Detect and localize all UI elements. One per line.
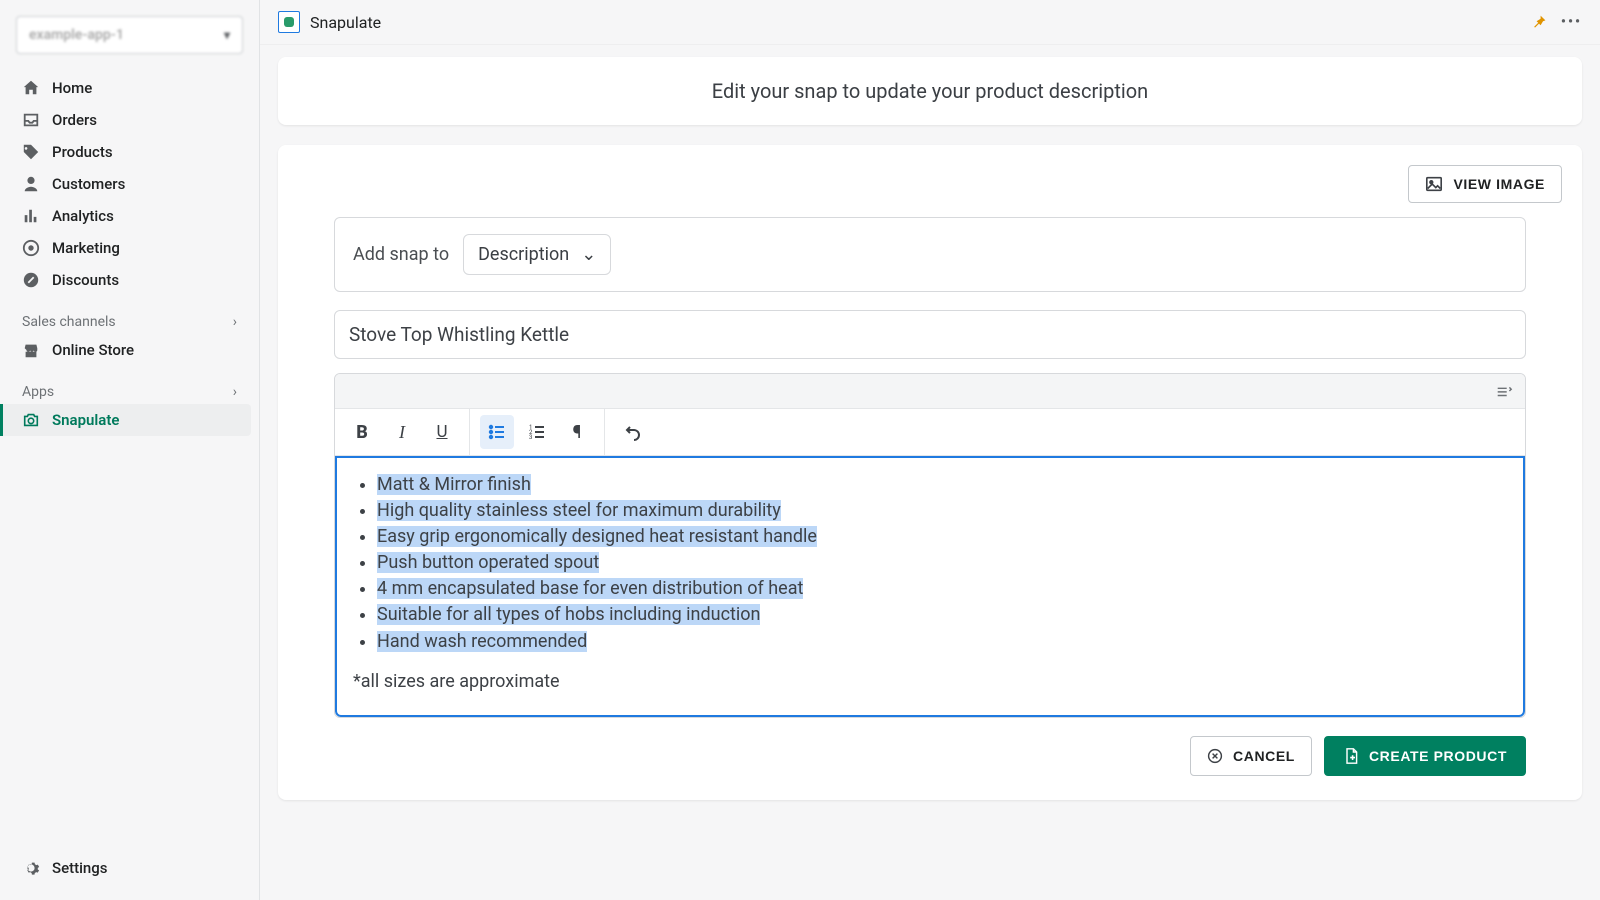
nav-settings[interactable]: Settings <box>8 852 251 884</box>
nav-label: Customers <box>52 175 125 193</box>
apps-header[interactable]: Apps › <box>8 366 251 404</box>
nav-products[interactable]: Products <box>8 136 251 168</box>
add-snap-field: Add snap to Description ⌄ <box>334 217 1526 292</box>
tag-icon <box>22 143 40 161</box>
image-icon <box>1425 175 1443 193</box>
collapse-icon[interactable] <box>1495 382 1513 400</box>
chevron-down-icon: ⌄ <box>581 244 596 265</box>
section-label: Sales channels <box>22 314 116 330</box>
topbar: Snapulate ••• <box>260 0 1600 45</box>
bold-button[interactable]: B <box>345 415 379 449</box>
nav-online-store[interactable]: Online Store <box>8 334 251 366</box>
cancel-icon <box>1207 748 1223 764</box>
more-icon[interactable]: ••• <box>1561 14 1582 30</box>
store-icon <box>22 341 40 359</box>
bullet-list-button[interactable] <box>480 415 514 449</box>
app-logo <box>278 11 300 33</box>
chevron-right-icon: › <box>233 384 237 400</box>
nav-orders[interactable]: Orders <box>8 104 251 136</box>
nav-label: Discounts <box>52 271 119 289</box>
underline-button[interactable]: U <box>425 415 459 449</box>
editor-card: VIEW IMAGE Add snap to Description ⌄ Sto… <box>278 145 1582 800</box>
list-item: 4 mm encapsulated base for even distribu… <box>377 576 1507 602</box>
section-label: Apps <box>22 384 54 400</box>
app-title: Snapulate <box>310 13 381 32</box>
nav-discounts[interactable]: Discounts <box>8 264 251 296</box>
nav-label: Products <box>52 143 113 161</box>
button-label: VIEW IMAGE <box>1453 176 1545 192</box>
select-value: Description <box>478 244 569 265</box>
italic-button[interactable]: I <box>385 415 419 449</box>
add-snap-select[interactable]: Description ⌄ <box>463 234 611 275</box>
banner-text: Edit your snap to update your product de… <box>712 79 1148 103</box>
analytics-icon <box>22 207 40 225</box>
chevron-right-icon: › <box>233 314 237 330</box>
nav-label: Snapulate <box>52 411 119 429</box>
button-label: CANCEL <box>1233 748 1295 764</box>
sales-channels-header[interactable]: Sales channels › <box>8 296 251 334</box>
banner-card: Edit your snap to update your product de… <box>278 57 1582 125</box>
nav-label: Orders <box>52 111 97 129</box>
list-item: Matt & Mirror finish <box>377 472 1507 498</box>
nav-label: Analytics <box>52 207 114 225</box>
undo-button[interactable] <box>615 415 649 449</box>
list-item: Hand wash recommended <box>377 629 1507 655</box>
title-input[interactable]: Stove Top Whistling Kettle <box>334 310 1526 359</box>
chevron-down-icon: ▾ <box>224 28 230 42</box>
pin-icon[interactable] <box>1531 14 1547 30</box>
rte-content[interactable]: Matt & Mirror finish High quality stainl… <box>335 456 1525 717</box>
rte-topbar <box>335 374 1525 409</box>
main: Snapulate ••• Edit your snap to update y… <box>260 0 1600 900</box>
gear-icon <box>22 859 40 877</box>
sidebar: example-app-1 ▾ Home Orders Products Cus… <box>0 0 260 900</box>
store-name: example-app-1 <box>29 27 124 43</box>
create-product-button[interactable]: CREATE PRODUCT <box>1324 736 1526 776</box>
nav-label: Marketing <box>52 239 120 257</box>
list-item: Push button operated spout <box>377 550 1507 576</box>
target-icon <box>22 239 40 257</box>
nav-snapulate[interactable]: Snapulate <box>0 404 251 436</box>
content: Edit your snap to update your product de… <box>260 45 1600 900</box>
view-image-button[interactable]: VIEW IMAGE <box>1408 165 1562 203</box>
title-value: Stove Top Whistling Kettle <box>349 323 569 346</box>
person-icon <box>22 175 40 193</box>
svg-text:3: 3 <box>529 434 532 441</box>
action-row: CANCEL CREATE PRODUCT <box>334 736 1526 776</box>
store-selector[interactable]: example-app-1 ▾ <box>16 16 243 54</box>
cancel-button[interactable]: CANCEL <box>1190 736 1312 776</box>
nav-label: Online Store <box>52 341 134 359</box>
paragraph-button[interactable]: ¶ <box>560 415 594 449</box>
camera-icon <box>22 411 40 429</box>
nav-label: Home <box>52 79 92 97</box>
list-item: High quality stainless steel for maximum… <box>377 498 1507 524</box>
rte: B I U 123 ¶ <box>334 373 1526 718</box>
numbered-list-button[interactable]: 123 <box>520 415 554 449</box>
add-snap-label: Add snap to <box>353 244 449 265</box>
list-item: Easy grip ergonomically designed heat re… <box>377 524 1507 550</box>
nav-home[interactable]: Home <box>8 72 251 104</box>
inbox-icon <box>22 111 40 129</box>
nav-customers[interactable]: Customers <box>8 168 251 200</box>
nav-label: Settings <box>52 859 108 877</box>
discount-icon <box>22 271 40 289</box>
button-label: CREATE PRODUCT <box>1369 748 1507 764</box>
bullet-list: Matt & Mirror finish High quality stainl… <box>353 472 1507 655</box>
footnote: *all sizes are approximate <box>353 669 1507 695</box>
document-icon <box>1343 747 1359 765</box>
nav-analytics[interactable]: Analytics <box>8 200 251 232</box>
list-item: Suitable for all types of hobs including… <box>377 602 1507 628</box>
home-icon <box>22 79 40 97</box>
nav-marketing[interactable]: Marketing <box>8 232 251 264</box>
rte-toolbar: B I U 123 ¶ <box>335 409 1525 456</box>
